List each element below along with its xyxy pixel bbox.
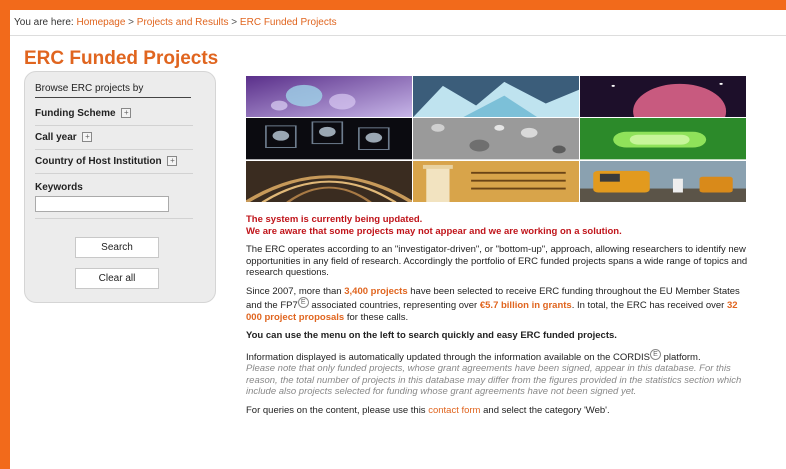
- keywords-input[interactable]: [35, 196, 169, 212]
- research-image-mosaic: [246, 76, 746, 202]
- sidebar-item-country[interactable]: Country of Host Institution +: [35, 156, 193, 174]
- info-text: Information displayed is automatically u…: [246, 351, 650, 363]
- stats-paragraph: Since 2007, more than 3,400 projects hav…: [246, 286, 752, 324]
- queries-text: For queries on the content, please use t…: [246, 404, 429, 416]
- breadcrumb-projects-link[interactable]: Projects and Results: [137, 17, 229, 28]
- plus-box-icon[interactable]: +: [82, 132, 93, 143]
- manuscript-image: [413, 160, 579, 202]
- stats-text: associated countries, representing over: [308, 300, 480, 312]
- queries-paragraph: For queries on the content, please use t…: [246, 405, 752, 417]
- cells-image: [246, 76, 412, 118]
- sidebar-item-label: Call year: [35, 132, 77, 143]
- breadcrumb-separator: >: [231, 17, 238, 28]
- info-paragraph: Information displayed is automatically u…: [246, 348, 752, 364]
- menu-hint: You can use the menu on the left to sear…: [246, 330, 617, 342]
- warning-line-2: We are aware that some projects may not …: [246, 225, 622, 237]
- sidebar-item-funding-scheme[interactable]: Funding Scheme +: [35, 108, 193, 126]
- breadcrumb-divider: [10, 35, 786, 36]
- page-title: ERC Funded Projects: [24, 48, 219, 69]
- architecture-image: [246, 160, 412, 202]
- page: You are here: Homepage > Projects and Re…: [10, 10, 786, 469]
- intro-paragraph: The ERC operates according to an "invest…: [246, 244, 748, 278]
- contact-form-link[interactable]: contact form: [428, 405, 480, 416]
- breadcrumb: You are here: Homepage > Projects and Re…: [14, 17, 337, 28]
- update-warning: The system is currently being updated. W…: [246, 214, 752, 237]
- search-button[interactable]: Search: [75, 237, 159, 258]
- stats-text: for these calls.: [344, 311, 409, 323]
- bacteria-image: [580, 118, 746, 160]
- projects-count-link[interactable]: 3,400 projects: [344, 286, 407, 297]
- planet-image: [580, 76, 746, 118]
- warning-line-1: The system is currently being updated.: [246, 214, 423, 225]
- main-content: The system is currently being updated. W…: [246, 214, 752, 423]
- breadcrumb-current-link[interactable]: ERC Funded Projects: [240, 17, 337, 28]
- skull-scans-image: [246, 118, 412, 160]
- plus-box-icon[interactable]: +: [121, 108, 132, 119]
- info-text: platform.: [660, 351, 701, 363]
- sidebar-item-label: Country of Host Institution: [35, 156, 162, 167]
- sidebar-item-label: Funding Scheme: [35, 108, 116, 119]
- browse-sidebar: Browse ERC projects by Funding Scheme + …: [24, 71, 216, 303]
- breadcrumb-prefix: You are here:: [14, 17, 74, 28]
- keywords-divider: [35, 218, 193, 219]
- glacier-image: [413, 76, 579, 118]
- queries-text: and select the category 'Web'.: [480, 404, 610, 416]
- stats-text: . In total, the ERC has received over: [571, 300, 727, 312]
- external-link-icon[interactable]: E: [649, 348, 661, 360]
- sidebar-item-call-year[interactable]: Call year +: [35, 132, 193, 150]
- vehicles-image: [580, 160, 746, 202]
- database-note: Please note that only funded projects, w…: [246, 363, 742, 398]
- grants-link[interactable]: €5.7 billion in grants: [480, 300, 572, 311]
- external-link-icon[interactable]: E: [297, 297, 309, 308]
- sidebar-heading: Browse ERC projects by: [35, 83, 191, 98]
- granite-image: [413, 118, 579, 160]
- keywords-label: Keywords: [35, 182, 83, 193]
- clear-all-button[interactable]: Clear all: [75, 268, 159, 289]
- stats-text: Since 2007, more than: [246, 285, 345, 297]
- breadcrumb-separator: >: [128, 17, 135, 28]
- breadcrumb-homepage-link[interactable]: Homepage: [76, 17, 125, 28]
- plus-box-icon[interactable]: +: [167, 156, 178, 167]
